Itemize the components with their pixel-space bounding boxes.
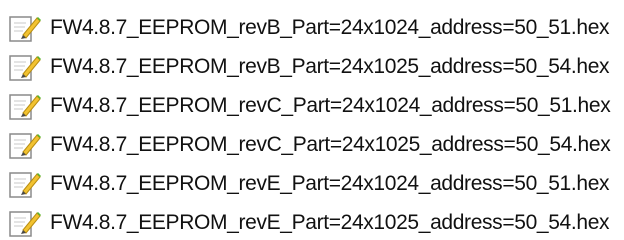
file-name: FW4.8.7_EEPROM_revB_Part=24x1024_address… xyxy=(50,16,610,39)
edit-document-icon xyxy=(9,172,41,198)
file-name: FW4.8.7_EEPROM_revE_Part=24x1024_address… xyxy=(50,172,610,195)
edit-document-icon xyxy=(9,211,41,237)
edit-document-icon xyxy=(9,133,41,159)
file-row[interactable]: FW4.8.7_EEPROM_revE_Part=24x1024_address… xyxy=(8,169,620,199)
file-row[interactable]: FW4.8.7_EEPROM_revB_Part=24x1024_address… xyxy=(8,13,620,43)
file-list: FW4.8.7_EEPROM_revB_Part=24x1024_address… xyxy=(0,0,624,240)
file-row[interactable]: FW4.8.7_EEPROM_revB_Part=24x1025_address… xyxy=(8,52,620,82)
file-row[interactable]: FW4.8.7_EEPROM_revC_Part=24x1024_address… xyxy=(8,91,620,121)
edit-document-icon xyxy=(9,55,41,81)
file-name: FW4.8.7_EEPROM_revC_Part=24x1024_address… xyxy=(50,94,611,117)
file-name: FW4.8.7_EEPROM_revC_Part=24x1025_address… xyxy=(50,133,611,156)
file-row[interactable]: FW4.8.7_EEPROM_revE_Part=24x1025_address… xyxy=(8,208,620,238)
file-name: FW4.8.7_EEPROM_revE_Part=24x1025_address… xyxy=(50,211,610,234)
file-name: FW4.8.7_EEPROM_revB_Part=24x1025_address… xyxy=(50,55,610,78)
file-row[interactable]: FW4.8.7_EEPROM_revC_Part=24x1025_address… xyxy=(8,130,620,160)
edit-document-icon xyxy=(9,94,41,120)
edit-document-icon xyxy=(9,16,41,42)
